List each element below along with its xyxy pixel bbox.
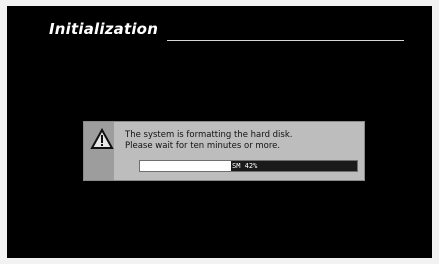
dialog-message: The system is formatting the hard disk. … — [125, 130, 359, 152]
formatting-dialog: The system is formatting the hard disk. … — [83, 121, 365, 181]
format-progress-label: SM 42% — [232, 162, 258, 170]
dialog-message-line-1: The system is formatting the hard disk. — [125, 130, 293, 140]
format-progress-fill — [140, 161, 232, 171]
format-progress-bar: SM 42% — [139, 160, 358, 172]
title-underline — [167, 40, 404, 41]
warning-icon — [90, 127, 114, 150]
dialog-message-line-2: Please wait for ten minutes or more. — [125, 141, 281, 151]
title-row: Initialization — [49, 20, 158, 38]
screen: Initialization The system is formatting … — [7, 6, 432, 258]
page-title: Initialization — [49, 20, 159, 38]
